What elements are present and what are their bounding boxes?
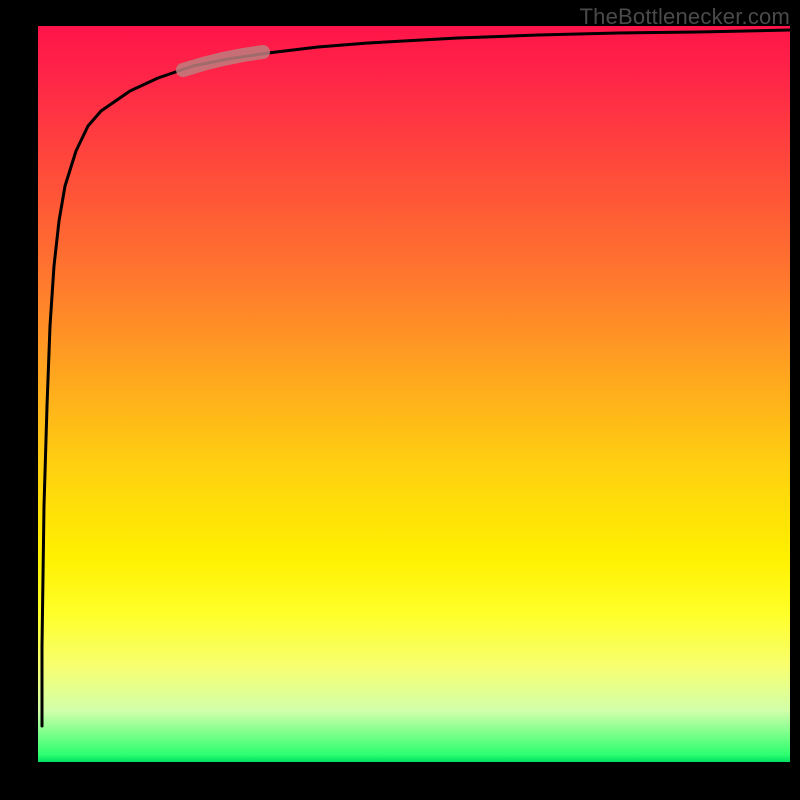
watermark-label: TheBottlenecker.com [580, 4, 790, 30]
chart-plot-area [38, 26, 790, 762]
